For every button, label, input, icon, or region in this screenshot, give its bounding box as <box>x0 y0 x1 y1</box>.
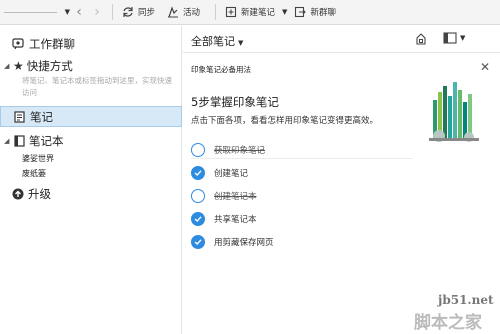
sync-icon <box>123 7 133 17</box>
toolbar-divider <box>215 4 217 20</box>
watermark-site: jb51.net <box>438 293 494 307</box>
sidebar-item-label: 升级 <box>28 187 51 201</box>
sync-label: 同步 <box>138 8 156 18</box>
expand-triangle-icon[interactable]: ◢ <box>4 137 12 145</box>
task-item[interactable]: 创建笔记本 <box>191 189 257 203</box>
unchecked-circle-icon[interactable] <box>191 143 205 157</box>
forward-arrow-icon[interactable]: › <box>88 0 106 25</box>
task-item[interactable]: 获取印象笔记 <box>191 143 265 157</box>
card-title: 印象笔记必备用法 <box>191 65 251 74</box>
activity-label: 活动 <box>183 8 201 18</box>
new-note-dropdown-icon[interactable]: ▼ <box>282 8 287 16</box>
account-name-placeholder <box>4 11 57 13</box>
group-chat-icon <box>12 38 24 50</box>
sidebar-item-label: 笔记本 <box>29 134 64 148</box>
checkmark-icon[interactable] <box>191 235 205 249</box>
expand-triangle-icon[interactable]: ◢ <box>4 62 12 70</box>
sync-button[interactable]: 同步 <box>119 0 158 25</box>
notes-header: 全部笔记 ▼ ▼ <box>183 26 500 53</box>
card-subtitle: 点击下面各项，看看怎样用印象笔记变得更高效。 <box>191 116 379 126</box>
share-icon[interactable] <box>415 32 427 45</box>
checkmark-icon[interactable] <box>191 166 205 180</box>
close-icon[interactable]: ✕ <box>480 60 490 74</box>
new-chat-icon <box>295 6 307 18</box>
page-title: 全部笔记 <box>191 35 235 48</box>
unchecked-circle-icon[interactable] <box>191 189 205 203</box>
activity-icon <box>168 6 179 18</box>
toolbar: ▼ ‹ › 同步 活动 新建笔记 ▼ 新群聊 <box>0 0 500 25</box>
notebook-item[interactable]: 婆娑世界 <box>22 153 54 164</box>
activity-button[interactable]: 活动 <box>164 0 203 25</box>
task-item[interactable]: 共享笔记本 <box>191 212 257 226</box>
note-icon <box>14 110 25 123</box>
sidebar-item-upgrade[interactable]: 升级 <box>0 186 182 202</box>
watermark-name: 脚本之家 <box>414 313 482 333</box>
sidebar-item-shortcuts[interactable]: ◢ ★ 快捷方式 <box>0 58 182 74</box>
sidebar-item-group-chat[interactable]: 工作群聊 <box>0 36 182 52</box>
card-divider <box>191 158 413 159</box>
new-chat-button[interactable]: 新群聊 <box>291 0 339 25</box>
view-options-icon[interactable] <box>443 32 457 44</box>
task-label: 创建笔记本 <box>214 192 257 202</box>
new-note-label: 新建笔记 <box>241 8 276 18</box>
main-panel: 全部笔记 ▼ ▼ 印象笔记必备用法 ✕ 5步掌握印象笔记 点击下面各项，看看怎样用… <box>183 26 500 334</box>
card-heading: 5步掌握印象笔记 <box>191 95 279 109</box>
upgrade-icon <box>12 188 24 200</box>
all-notes-dropdown[interactable]: 全部笔记 ▼ <box>191 33 243 49</box>
account-selector[interactable]: ▼ <box>0 0 70 25</box>
back-arrow-icon[interactable]: ‹ <box>70 0 88 25</box>
new-note-button[interactable]: 新建笔记 <box>222 0 278 25</box>
sidebar-item-notebooks[interactable]: ◢ 笔记本 <box>0 133 182 149</box>
checkmark-icon[interactable] <box>191 212 205 226</box>
task-item[interactable]: 用剪藏保存网页 <box>191 235 274 249</box>
toolbar-divider <box>112 4 113 20</box>
sidebar-item-label: 工作群聊 <box>29 37 75 51</box>
task-label: 获取印象笔记 <box>214 146 266 156</box>
books-illustration <box>429 82 479 142</box>
notebook-icon <box>14 135 25 147</box>
task-label: 用剪藏保存网页 <box>214 238 274 248</box>
sidebar: 工作群聊 ◢ ★ 快捷方式 将笔记、笔记本或标签拖动到这里，实现快速访问 笔记 … <box>0 26 182 334</box>
sidebar-item-label: 笔记 <box>30 109 53 124</box>
sidebar-item-notes[interactable]: 笔记 <box>0 106 182 127</box>
shortcuts-hint: 将笔记、笔记本或标签拖动到这里，实现快速访问 <box>22 76 172 97</box>
sidebar-item-label: 快捷方式 <box>26 59 73 73</box>
star-icon: ★ <box>13 59 24 73</box>
new-note-icon <box>225 6 237 18</box>
view-dropdown-icon[interactable]: ▼ <box>460 34 465 42</box>
task-label: 共享笔记本 <box>214 215 257 225</box>
task-label: 创建笔记 <box>214 169 249 179</box>
task-item[interactable]: 创建笔记 <box>191 166 248 180</box>
notebook-item[interactable]: 废纸篓 <box>22 168 46 179</box>
new-chat-label: 新群聊 <box>310 8 336 18</box>
chevron-down-icon: ▼ <box>238 39 244 47</box>
